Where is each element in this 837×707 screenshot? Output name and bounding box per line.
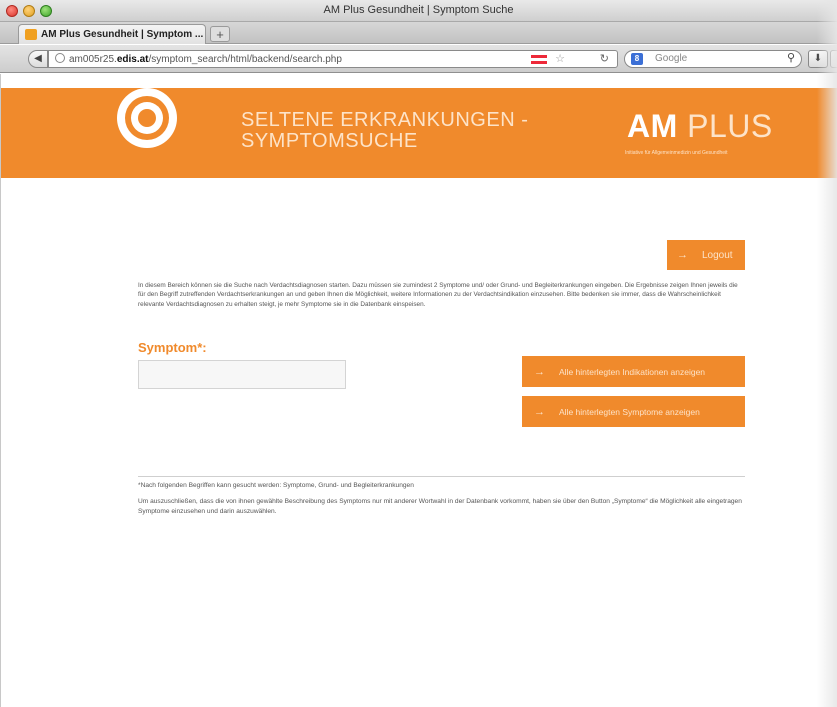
url-path: /symptom_search/html/backend/search.php xyxy=(148,54,342,65)
back-button[interactable]: ◀ xyxy=(28,50,48,68)
url-prefix: am005r25. xyxy=(69,54,117,65)
download-icon: ⬇ xyxy=(813,53,823,64)
divider xyxy=(138,476,745,477)
reload-icon[interactable]: ↻ xyxy=(600,52,609,65)
intro-text: In diesem Bereich können sie die Suche n… xyxy=(138,282,738,308)
show-symptoms-label: Alle hinterlegten Symptome anzeigen xyxy=(559,406,700,417)
browser-tab[interactable]: AM Plus Gesundheit | Symptom ... xyxy=(18,24,206,44)
logout-button[interactable]: → Logout xyxy=(667,240,745,270)
download-button[interactable]: ⬇ xyxy=(808,50,828,68)
arrow-right-icon: → xyxy=(534,365,545,378)
title-bar: AM Plus Gesundheit | Symptom Suche xyxy=(0,0,837,22)
show-indications-label: Alle hinterlegten Indikationen anzeigen xyxy=(559,366,706,377)
symptom-label: Symptom*: xyxy=(138,340,207,355)
magnifier-icon[interactable]: ⚲ xyxy=(787,51,795,64)
brand-am: AM xyxy=(627,108,678,144)
tab-label: AM Plus Gesundheit | Symptom ... xyxy=(41,29,204,40)
arrow-right-icon: → xyxy=(534,405,545,418)
url-bar[interactable]: am005r25.edis.at/symptom_search/html/bac… xyxy=(48,50,618,68)
google-engine-icon[interactable]: 8 xyxy=(631,53,643,65)
search-placeholder: Google xyxy=(655,53,688,64)
window-title: AM Plus Gesundheit | Symptom Suche xyxy=(323,4,514,16)
page-viewport: SELTENE ERKRANKUNGEN - SYMPTOMSUCHE AM P… xyxy=(0,74,837,707)
search-terms-note: *Nach folgenden Begriffen kann gesucht w… xyxy=(138,482,414,489)
arrow-right-icon: → xyxy=(677,249,688,261)
show-indications-button[interactable]: → Alle hinterlegten Indikationen anzeige… xyxy=(522,356,745,387)
bookmark-star-icon[interactable]: ☆ xyxy=(555,52,565,65)
austria-flag-icon xyxy=(531,55,547,64)
back-arrow-icon: ◀ xyxy=(34,53,42,64)
search-engine-box[interactable]: 8 Google ⚲ xyxy=(624,50,802,68)
browser-window: AM Plus Gesundheit | Symptom Suche AM Pl… xyxy=(0,0,837,707)
toolbar-overflow-button[interactable] xyxy=(830,50,837,68)
url-domain: edis.at xyxy=(116,54,149,65)
page-title: SELTENE ERKRANKUNGEN - SYMPTOMSUCHE xyxy=(241,110,528,152)
globe-icon xyxy=(55,53,65,63)
new-tab-button[interactable]: + xyxy=(210,26,230,42)
site-header: SELTENE ERKRANKUNGEN - SYMPTOMSUCHE AM P… xyxy=(1,88,837,178)
brand-logo: AM PLUS xyxy=(627,108,773,145)
brand-tagline: Initiative für Allgemeinmedizin und Gesu… xyxy=(625,150,728,156)
show-symptoms-button[interactable]: → Alle hinterlegten Symptome anzeigen xyxy=(522,396,745,427)
page-title-line2: SYMPTOMSUCHE xyxy=(241,130,418,152)
logout-label: Logout xyxy=(702,249,733,261)
brand-plus: PLUS xyxy=(677,108,773,144)
ring-logo-icon xyxy=(117,88,177,148)
page-title-line1: SELTENE ERKRANKUNGEN - xyxy=(241,109,529,131)
favicon-icon xyxy=(25,29,37,40)
tab-bar: AM Plus Gesundheit | Symptom ... + xyxy=(0,22,837,44)
symptoms-hint-note: Um auszuschließen, dass die von ihnen ge… xyxy=(138,498,742,515)
navigation-bar: ◀ am005r25.edis.at/symptom_search/html/b… xyxy=(0,45,837,73)
symptom-input[interactable] xyxy=(138,360,346,389)
